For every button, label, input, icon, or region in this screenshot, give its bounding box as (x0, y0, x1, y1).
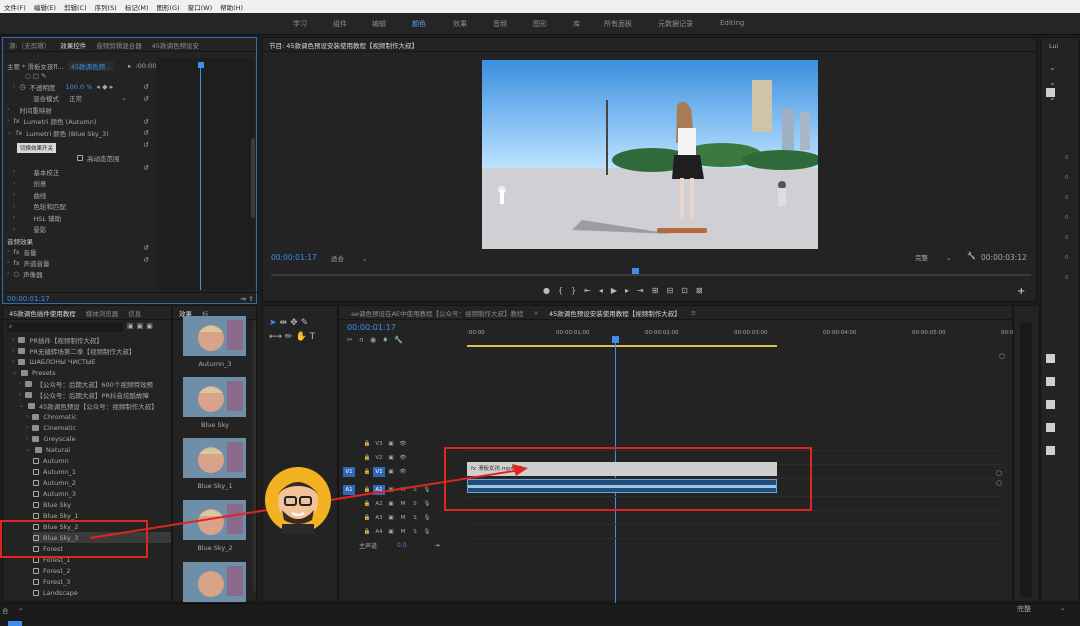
avatar-mascot (265, 467, 331, 534)
annotation-arrow (89, 464, 528, 539)
